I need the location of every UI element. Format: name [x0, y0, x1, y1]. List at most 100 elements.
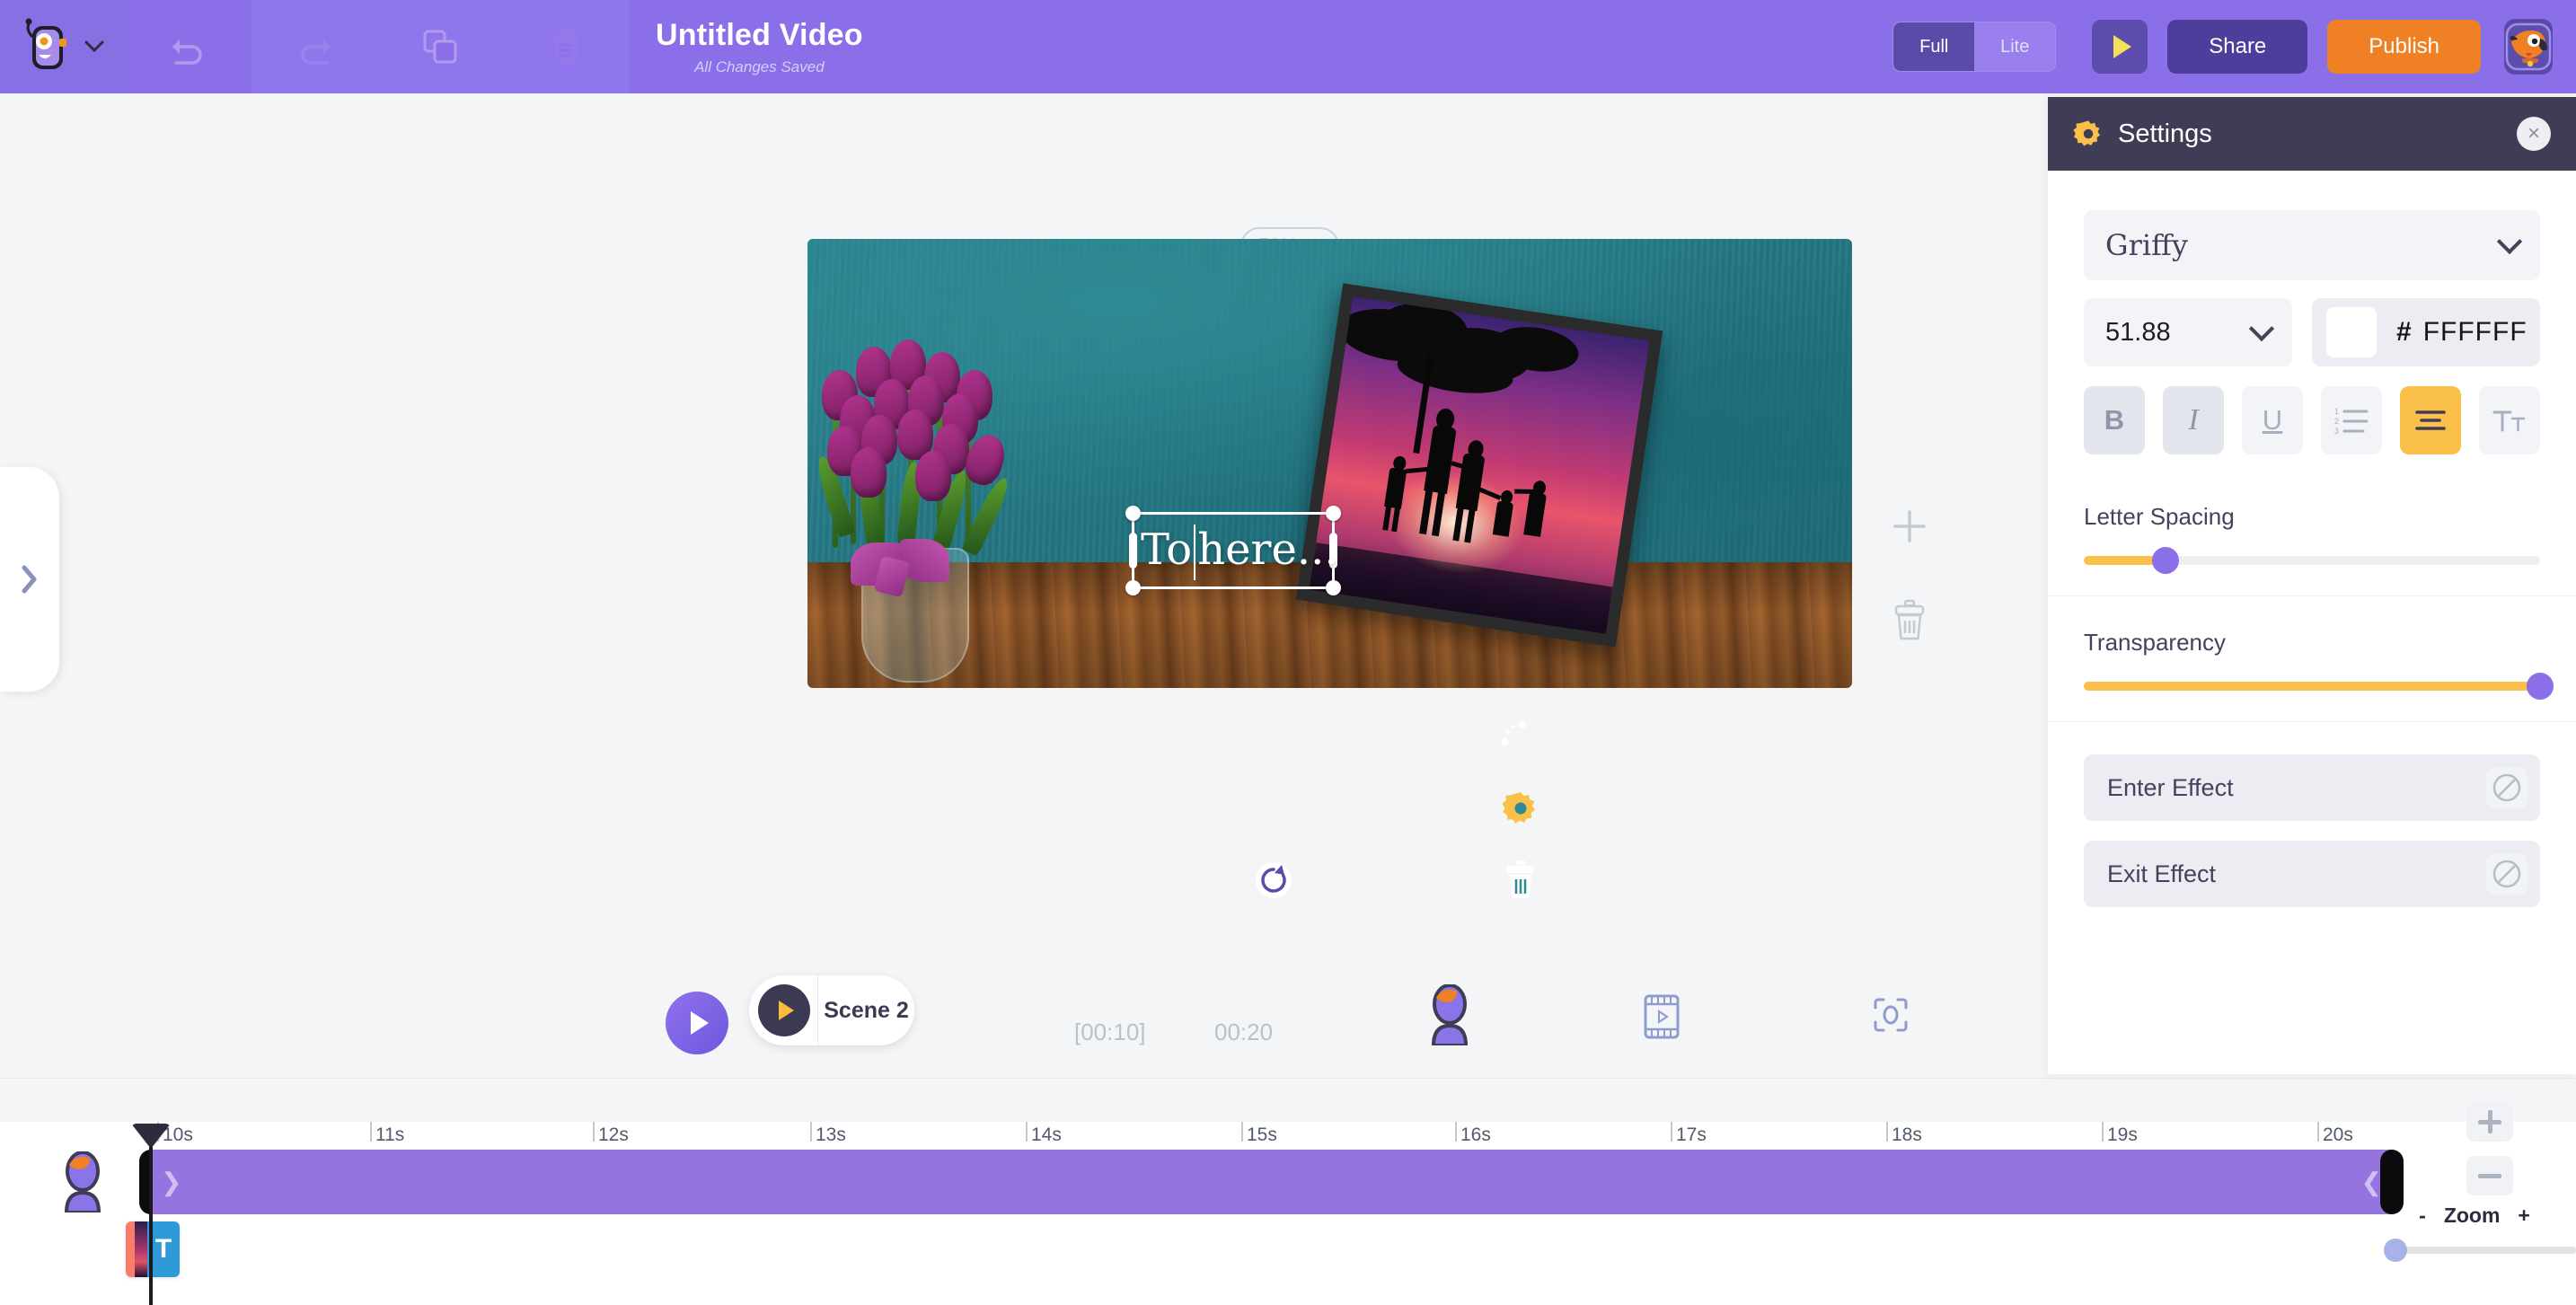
text-clip-badge: T [147, 1221, 180, 1277]
tick-mark [2102, 1122, 2104, 1142]
mode-tab-lite[interactable]: Lite [1974, 22, 2056, 71]
underline-icon: U [2262, 404, 2283, 436]
tick-label: 20s [2323, 1124, 2353, 1145]
underline-button[interactable]: U [2242, 386, 2303, 454]
share-button[interactable]: Share [2167, 20, 2308, 74]
tick-mark [2317, 1122, 2319, 1142]
font-size-select[interactable]: 51.88 [2084, 298, 2292, 366]
video-canvas[interactable] [807, 239, 1852, 688]
expand-left-panel-button[interactable] [0, 467, 59, 692]
chevron-left-icon[interactable]: ❮ [2361, 1168, 2382, 1197]
timeline-track-main[interactable]: ❯ ❮ [139, 1150, 2404, 1214]
transparency-slider[interactable] [2084, 673, 2554, 700]
tick-mark [1026, 1122, 1028, 1142]
font-family-select[interactable]: Griffy [2084, 210, 2540, 280]
track-trim-handle-right[interactable] [2380, 1150, 2404, 1214]
play-triangle-icon [691, 1011, 709, 1035]
timeline-zoom-in-button[interactable] [2466, 1102, 2513, 1142]
tick-mark [1671, 1122, 1672, 1142]
app-logo-button[interactable] [0, 0, 126, 93]
canvas-object-rotate-button[interactable] [1255, 861, 1292, 899]
focus-frame-button[interactable] [1871, 995, 1910, 1035]
delete-object-button[interactable] [1890, 598, 1929, 641]
letter-spacing-label: Letter Spacing [2084, 503, 2235, 530]
canvas-text-object[interactable]: To here... [1141, 525, 1338, 580]
publish-button[interactable]: Publish [2327, 20, 2481, 74]
zoom-increase-label[interactable]: + [2518, 1204, 2529, 1228]
tick-label: 19s [2107, 1124, 2138, 1145]
paste-button[interactable] [503, 0, 629, 93]
timeline-tick: 17s [1671, 1122, 1707, 1145]
font-size-value: 51.88 [2105, 317, 2171, 347]
exit-effect-row[interactable]: Exit Effect [2084, 841, 2540, 907]
numbered-list-button[interactable]: 1 2 3 [2321, 386, 2382, 454]
tick-mark [1886, 1122, 1888, 1142]
color-swatch[interactable] [2326, 307, 2377, 357]
photo-frame-object[interactable] [1295, 283, 1663, 648]
exit-effect-label: Exit Effect [2107, 860, 2217, 887]
editor-mode-toggle[interactable]: Full Lite [1892, 22, 2057, 72]
timeline-zoom-knob[interactable] [2383, 1239, 2407, 1262]
resize-handle-left[interactable] [1129, 533, 1137, 569]
letter-spacing-slider[interactable] [2084, 547, 2540, 574]
track-body[interactable] [150, 1150, 2393, 1214]
resize-handle-bottom-left[interactable] [1125, 580, 1141, 595]
text-format-buttons: B I U 1 2 3 [2084, 386, 2540, 454]
timeline-tick: 18s [1886, 1122, 1922, 1145]
timeline-tick: 14s [1026, 1122, 1062, 1145]
bold-icon: B [2104, 404, 2125, 436]
undo-button[interactable] [126, 0, 251, 93]
letter-spacing-knob[interactable] [2152, 547, 2180, 574]
close-icon[interactable]: × [2517, 117, 2551, 151]
scene-preview-play-button[interactable] [758, 984, 810, 1036]
timeline-text-clip[interactable]: T [126, 1221, 180, 1277]
redo-button[interactable] [251, 0, 377, 93]
tulip-bouquet-object[interactable] [807, 320, 1086, 683]
font-color-field[interactable]: # FFFFFF [2312, 298, 2540, 366]
track-label-character-icon[interactable] [54, 1151, 111, 1212]
transparency-fill [2084, 682, 2540, 691]
timeline-zoom-slider[interactable] [2383, 1239, 2576, 1262]
align-center-button[interactable] [2400, 386, 2461, 454]
settings-title: Settings [2118, 119, 2212, 148]
transparency-knob[interactable] [2527, 673, 2554, 700]
timeline-ticks: 10s 11s 12s 13s 14s 15s 16s 17s 18s 19s 20s [0, 1122, 2576, 1152]
timeline-tick: 12s [593, 1122, 629, 1145]
save-status: All Changes Saved [694, 57, 825, 75]
tick-mark [1241, 1122, 1243, 1142]
minus-icon [2478, 1164, 2501, 1187]
timeline-zoom-out-button[interactable] [2466, 1156, 2513, 1195]
mode-tab-full[interactable]: Full [1893, 22, 1975, 71]
preview-play-button[interactable] [2092, 20, 2148, 74]
scene-play-button[interactable] [666, 992, 728, 1054]
resize-handle-bottom-right[interactable] [1326, 580, 1341, 595]
scene-card[interactable]: Scene 2 [749, 975, 914, 1045]
total-time-label: 00:20 [1214, 1018, 1274, 1045]
play-triangle-icon [779, 1001, 794, 1020]
color-hex-value: # FFFFFF [2396, 317, 2527, 348]
add-video-button[interactable] [1640, 993, 1683, 1040]
svg-text:3: 3 [2334, 427, 2339, 436]
user-avatar[interactable] [2504, 19, 2553, 75]
text-case-button[interactable] [2479, 386, 2540, 454]
enter-effect-row[interactable]: Enter Effect [2084, 754, 2540, 821]
resize-handle-top-left[interactable] [1125, 506, 1141, 521]
timeline-ruler-bg[interactable] [0, 1079, 2576, 1122]
canvas-object-settings-button[interactable] [1502, 789, 1539, 827]
add-object-button[interactable] [1890, 507, 1929, 546]
canvas-dashed-selection-icon[interactable] [1498, 718, 1531, 750]
settings-text-controls: Griffy 51.88 # FFFFFF B I U 1 2 3 [2048, 171, 2576, 454]
add-character-button[interactable] [1421, 984, 1478, 1045]
zoom-decrease-label[interactable]: - [2419, 1204, 2426, 1228]
tick-label: 10s [163, 1124, 193, 1145]
chevron-right-icon[interactable]: ❯ [161, 1168, 181, 1197]
italic-button[interactable]: I [2163, 386, 2224, 454]
ordered-list-icon: 1 2 3 [2334, 405, 2369, 436]
zoom-label: Zoom [2443, 1204, 2501, 1227]
duplicate-button[interactable] [377, 0, 503, 93]
bold-button[interactable]: B [2084, 386, 2145, 454]
canvas-object-delete-button[interactable] [1504, 860, 1538, 901]
resize-handle-top-right[interactable] [1326, 506, 1341, 521]
tick-label: 13s [816, 1124, 846, 1145]
text-size-icon [2492, 407, 2527, 434]
